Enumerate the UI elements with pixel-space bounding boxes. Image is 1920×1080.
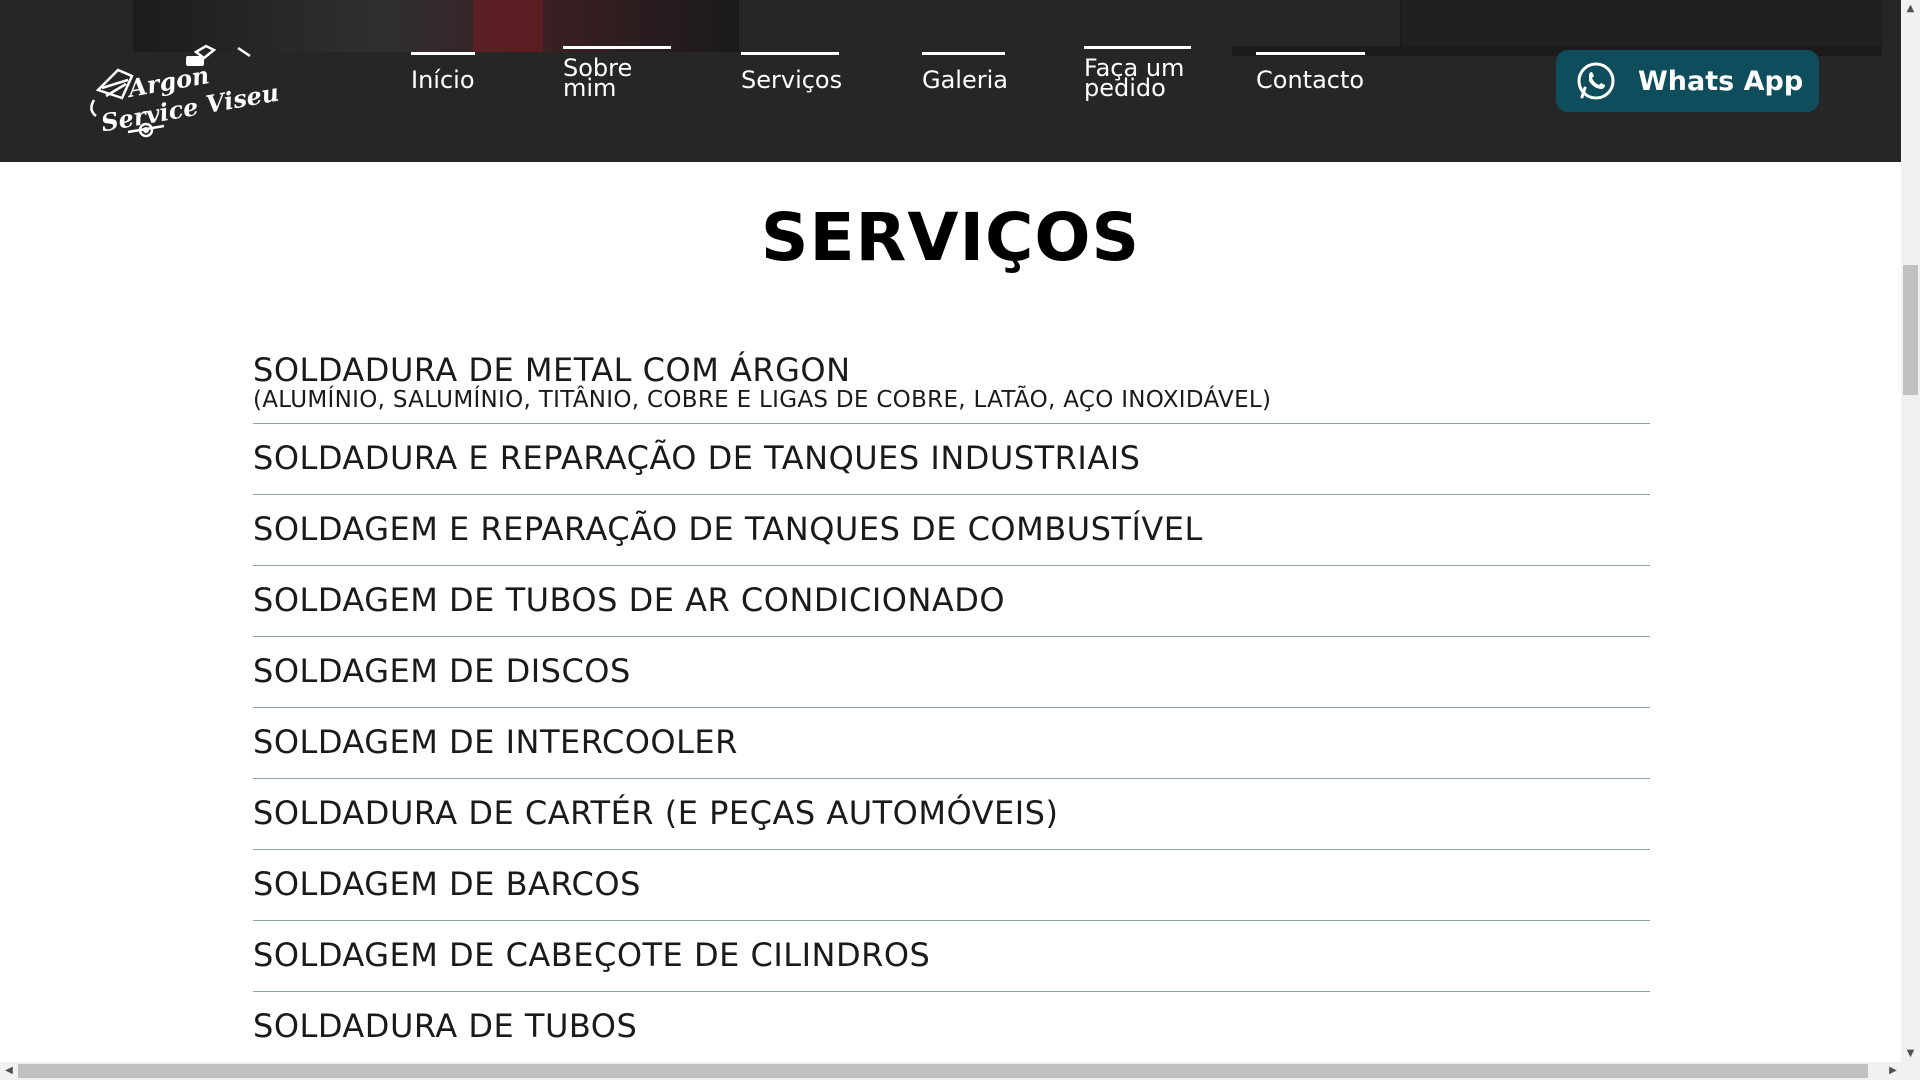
- service-name: SOLDADURA DE CARTÉR (E PEÇAS AUTOMÓVEIS): [253, 794, 1059, 832]
- nav-item-underline: [922, 52, 1005, 55]
- nav-item-label: Início: [411, 66, 475, 94]
- list-item: SOLDADURA DE CARTÉR (E PEÇAS AUTOMÓVEIS): [253, 779, 1650, 850]
- nav-item-label: Faça um pedido: [1084, 54, 1185, 102]
- service-name: SOLDAGEM DE TUBOS DE AR CONDICIONADO: [253, 581, 1006, 619]
- service-name: SOLDADURA DE TUBOS: [253, 1007, 638, 1045]
- scroll-up-arrow-icon[interactable]: ▲: [1901, 0, 1920, 17]
- whatsapp-button-label: Whats App: [1638, 65, 1804, 97]
- service-list: SOLDADURA DE METAL COM ÁRGON (ALUMÍNIO, …: [253, 350, 1650, 1063]
- nav-item-label: Contacto: [1256, 66, 1365, 94]
- nav-item-underline: [1084, 46, 1191, 49]
- scroll-down-arrow-icon[interactable]: ▼: [1901, 1045, 1920, 1062]
- service-name: SOLDAGEM DE DISCOS: [253, 652, 631, 690]
- service-detail: (ALUMÍNIO, SALUMÍNIO, TITÂNIO, COBRE E L…: [253, 387, 1272, 413]
- nav-item-label: Serviços: [741, 66, 843, 94]
- service-name: SOLDAGEM DE BARCOS: [253, 865, 641, 903]
- list-item: SOLDAGEM DE CABEÇOTE DE CILINDROS: [253, 921, 1650, 992]
- nav-item-inicio[interactable]: Início: [411, 52, 475, 94]
- service-name: SOLDAGEM E REPARAÇÃO DE TANQUES DE COMBU…: [253, 510, 1203, 548]
- list-item: SOLDADURA DE TUBOS: [253, 992, 1650, 1063]
- service-name: SOLDADURA E REPARAÇÃO DE TANQUES INDUSTR…: [253, 439, 1141, 477]
- nav-item-sobre-mim[interactable]: Sobre mim: [563, 46, 673, 102]
- list-item: SOLDADURA DE METAL COM ÁRGON (ALUMÍNIO, …: [253, 350, 1650, 424]
- scroll-left-arrow-icon[interactable]: ◀: [0, 1062, 18, 1080]
- horizontal-scrollbar[interactable]: ◀ ▶: [0, 1062, 1920, 1080]
- whatsapp-icon: [1577, 62, 1615, 100]
- page-title: SERVIÇOS: [760, 199, 1141, 276]
- header-background-panel: [1400, 0, 1882, 46]
- nav-item-underline: [741, 52, 839, 55]
- list-item: SOLDADURA E REPARAÇÃO DE TANQUES INDUSTR…: [253, 424, 1650, 495]
- list-item: SOLDAGEM DE INTERCOOLER: [253, 708, 1650, 779]
- horizontal-scrollbar-thumb[interactable]: [18, 1064, 1868, 1078]
- nav-item-underline: [1256, 52, 1365, 55]
- whatsapp-button[interactable]: Whats App: [1556, 50, 1819, 112]
- service-name: SOLDADURA DE METAL COM ÁRGON: [253, 351, 851, 389]
- vertical-scrollbar[interactable]: ▲ ▼: [1901, 0, 1920, 1062]
- service-name: SOLDAGEM DE CABEÇOTE DE CILINDROS: [253, 936, 931, 974]
- nav-item-underline: [563, 46, 671, 49]
- nav-item-servicos[interactable]: Serviços: [741, 52, 843, 94]
- vertical-scrollbar-thumb[interactable]: [1903, 265, 1918, 395]
- site-header: Argon Service Viseu Início Sobre mim Ser…: [0, 0, 1901, 162]
- list-item: SOLDAGEM DE TUBOS DE AR CONDICIONADO: [253, 566, 1650, 637]
- service-name: SOLDAGEM DE INTERCOOLER: [253, 723, 738, 761]
- list-item: SOLDAGEM DE BARCOS: [253, 850, 1650, 921]
- nav-item-faca-um-pedido[interactable]: Faça um pedido: [1084, 46, 1194, 102]
- nav-item-contacto[interactable]: Contacto: [1256, 52, 1365, 94]
- scroll-right-arrow-icon[interactable]: ▶: [1884, 1062, 1902, 1080]
- list-item: SOLDAGEM DE DISCOS: [253, 637, 1650, 708]
- nav-item-label: Galeria: [922, 66, 1008, 94]
- nav-item-underline: [411, 52, 475, 55]
- nav-item-label: Sobre mim: [563, 54, 633, 102]
- list-item: SOLDAGEM E REPARAÇÃO DE TANQUES DE COMBU…: [253, 495, 1650, 566]
- nav-item-galeria[interactable]: Galeria: [922, 52, 1008, 94]
- site-logo[interactable]: Argon Service Viseu: [88, 40, 281, 144]
